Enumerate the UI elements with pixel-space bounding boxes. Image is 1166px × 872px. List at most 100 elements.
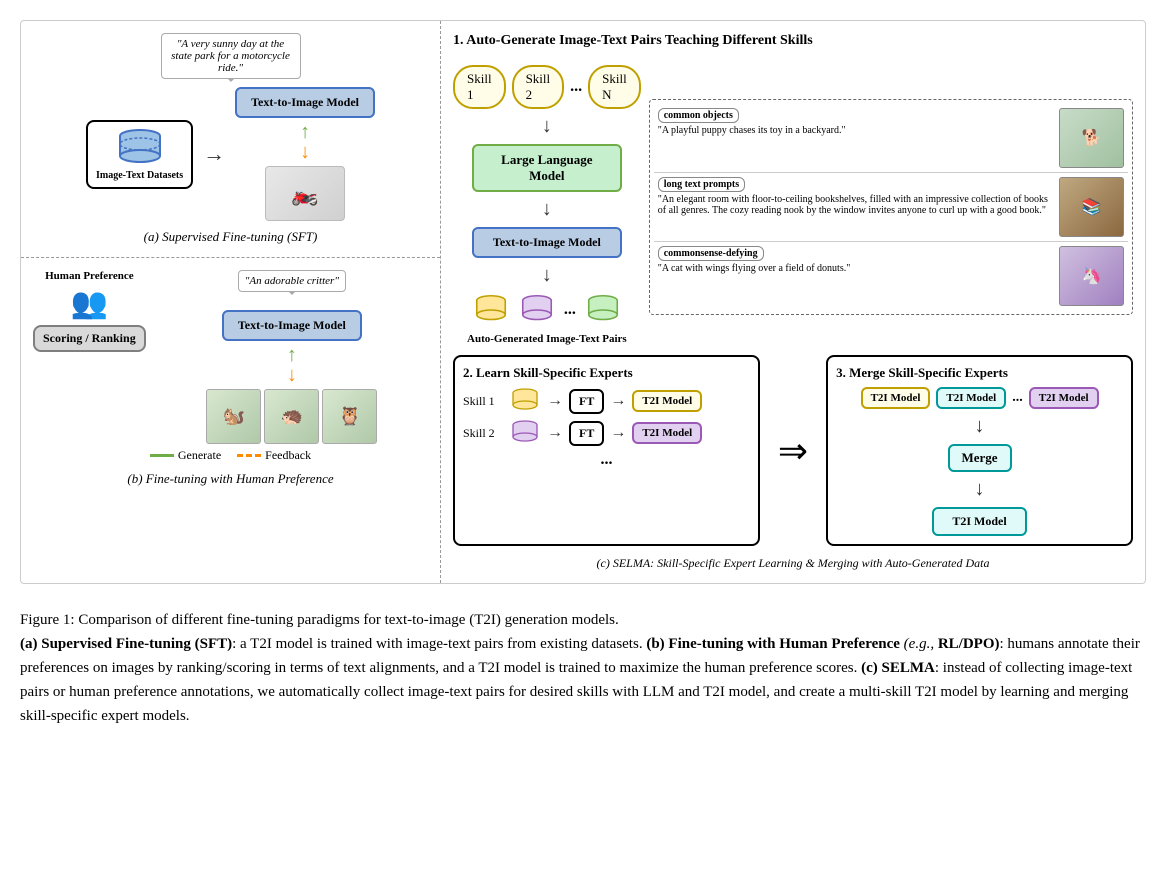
skill2-row-label: Skill 2 — [463, 426, 503, 441]
generate-label: Generate — [178, 448, 221, 463]
caption-a-text: : a T2I model is trained with image-text… — [232, 636, 642, 652]
caption-b-label: (b) Fine-tuning with Human Preference — [646, 636, 900, 652]
figure-area: "A very sunny day at the state park for … — [20, 20, 1146, 584]
dataset-label: Image-Text Datasets — [96, 170, 183, 181]
arrow-s2-ft: → — [547, 424, 563, 442]
db-icon-3 — [584, 293, 622, 327]
left-panels: "A very sunny day at the state park for … — [21, 21, 441, 583]
caption-intro: Figure 1: Comparison of different fine-t… — [20, 612, 619, 628]
skill-example-long: long text prompts "An elegant room with … — [654, 173, 1128, 242]
right-panel: 1. Auto-Generate Image-Text Pairs Teachi… — [441, 21, 1145, 583]
db-dots: ... — [564, 301, 576, 319]
skillN-box: Skill N — [588, 65, 641, 109]
commonsense-text-block: commonsense-defying "A cat with wings fl… — [658, 246, 1055, 274]
arrow-down-orange-a: ↓ — [300, 142, 310, 162]
panel-b: Human Preference 👥 Scoring / Ranking "An… — [21, 258, 440, 499]
step3-label: 3. Merge Skill-Specific Experts — [836, 365, 1123, 381]
arrow-from-merge: ↓ — [975, 478, 985, 501]
common-objects-tag: common objects — [658, 108, 739, 123]
section2: 2. Learn Skill-Specific Experts Skill 1 … — [453, 355, 760, 546]
t2i-box-skill2: T2I Model — [632, 422, 702, 444]
arrow-ft1-t2i: → — [610, 392, 626, 410]
panel-a-label: (a) Supervised Fine-tuning (SFT) — [144, 229, 318, 245]
arrow-up-green-a: ↑ — [300, 122, 310, 142]
right-bottom: 2. Learn Skill-Specific Experts Skill 1 … — [453, 355, 1133, 546]
arrow-to-t2i: ↓ — [453, 198, 641, 221]
db-icon-2 — [518, 293, 556, 327]
human-icon: 👥 — [71, 286, 108, 321]
scoring-label: Scoring / Ranking — [43, 331, 136, 345]
step2-label: 2. Learn Skill-Specific Experts — [463, 365, 750, 381]
t2i-top-row: T2I Model T2I Model ... T2I Model — [861, 387, 1099, 409]
arrows-pair-b: ↑ ↓ — [287, 345, 297, 385]
common-objects-desc: "A playful puppy chases its toy in a bac… — [658, 125, 1055, 136]
skill-example-common: common objects "A playful puppy chases i… — [654, 104, 1128, 173]
merge-t2i-3: T2I Model — [1029, 387, 1099, 409]
legend-generate: Generate — [150, 448, 221, 463]
section3: 3. Merge Skill-Specific Experts T2I Mode… — [826, 355, 1133, 546]
skill-examples-panel: common objects "A playful puppy chases i… — [649, 99, 1133, 315]
arrow-down-orange-b: ↓ — [287, 365, 297, 385]
commonsense-tag: commonsense-defying — [658, 246, 764, 261]
long-text-tag: long text prompts — [658, 177, 745, 192]
arrow-to-db: ↓ — [453, 264, 641, 287]
panel-a: "A very sunny day at the state park for … — [21, 21, 440, 258]
t2i-box-skill1: T2I Model — [632, 390, 702, 412]
arrow-ft2-t2i: → — [610, 424, 626, 442]
autogen-main: Skill 1 Skill 2 ... Skill N ↓ Large Lang… — [453, 65, 641, 345]
skills-dots: ... — [570, 78, 582, 96]
ft-box-2: FT — [569, 421, 604, 446]
big-arrow-container: ⇒ — [770, 355, 816, 546]
arrow-s1-ft: → — [547, 392, 563, 410]
dataset-box: Image-Text Datasets — [86, 120, 193, 189]
skill-example-commonsense: commonsense-defying "A cat with wings fl… — [654, 242, 1128, 310]
arrows-pair-a: ↑ ↓ — [300, 122, 310, 162]
legend-feedback: Feedback — [237, 448, 311, 463]
panel-b-label: (b) Fine-tuning with Human Preference — [127, 471, 333, 487]
commonsense-desc: "A cat with wings flying over a field of… — [658, 263, 1055, 274]
arrow-to-merge: ↓ — [975, 415, 985, 438]
panel-b-left: Human Preference 👥 Scoring / Ranking — [33, 270, 146, 444]
human-pref-label: Human Preference — [45, 270, 133, 282]
commonsense-img: 🦄 — [1059, 246, 1124, 306]
merge-box: Merge — [948, 444, 1012, 472]
text-to-image-model-a: Text-to-Image Model — [235, 87, 375, 118]
merge-t2i-1: T2I Model — [861, 387, 931, 409]
llm-box: Large Language Model — [472, 144, 622, 192]
main-container: "A very sunny day at the state park for … — [20, 20, 1146, 736]
arrow-to-llm: ↓ — [453, 115, 641, 138]
section-top: Skill 1 Skill 2 ... Skill N ↓ Large Lang… — [453, 65, 1133, 345]
ft-box-1: FT — [569, 389, 604, 414]
big-arrow: ⇒ — [778, 430, 808, 472]
quote-b: "An adorable critter" — [238, 270, 346, 292]
animal-3: 🦉 — [322, 389, 377, 444]
db-row: ... — [453, 293, 641, 327]
skill1-box: Skill 1 — [453, 65, 506, 109]
caption-c-label-text: (c) SELMA — [861, 660, 935, 676]
legend-row: Generate Feedback — [150, 448, 311, 463]
animal-2: 🦔 — [264, 389, 319, 444]
long-text-img: 📚 — [1059, 177, 1124, 237]
skill2-db — [509, 419, 541, 447]
arrow-up-green-b: ↑ — [287, 345, 297, 365]
feedback-label: Feedback — [265, 448, 311, 463]
caption-b-italic-text: (e.g., — [904, 636, 934, 652]
animal-1: 🐿️ — [206, 389, 261, 444]
long-text-desc: "An elegant room with floor-to-ceiling b… — [658, 194, 1055, 216]
legend-line-green — [150, 454, 174, 457]
merge-section: T2I Model T2I Model ... T2I Model ↓ Merg… — [836, 387, 1123, 536]
text-to-image-model-b: Text-to-Image Model — [222, 310, 362, 341]
skill2-row: Skill 2 → FT → T2I Model — [463, 419, 750, 447]
skill1-db — [509, 387, 541, 415]
quote-a: "A very sunny day at the state park for … — [161, 33, 301, 79]
caption-c-label: (c) SELMA — [861, 660, 935, 676]
legend-line-orange — [237, 454, 261, 457]
skill2-box: Skill 2 — [512, 65, 565, 109]
common-objects-text-block: common objects "A playful puppy chases i… — [658, 108, 1055, 136]
caption-b-italic: (e.g., — [904, 636, 934, 652]
scoring-box: Scoring / Ranking — [33, 325, 146, 352]
final-t2i-box: T2I Model — [932, 507, 1026, 536]
caption-a-label-text: (a) Supervised Fine-tuning (SFT) — [20, 636, 232, 652]
motorcycle-image: 🏍️ — [265, 166, 345, 221]
figure-caption: Figure 1: Comparison of different fine-t… — [20, 600, 1146, 736]
